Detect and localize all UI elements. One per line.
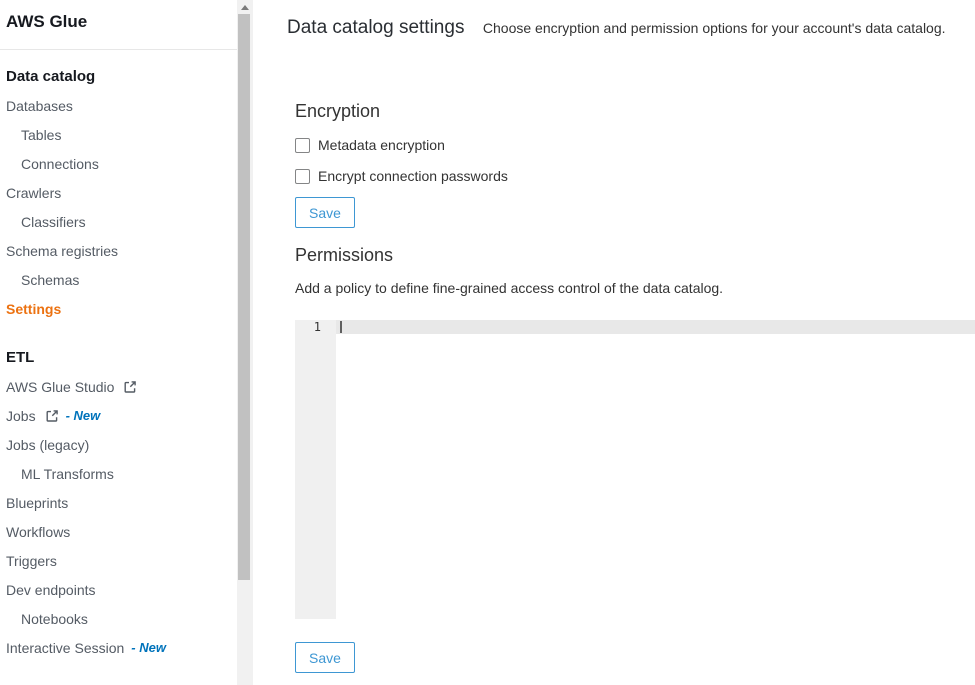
checkbox-label: Encrypt connection passwords <box>318 168 508 184</box>
editor-gutter <box>295 320 336 619</box>
sidebar-item-schemas[interactable]: Schemas <box>0 265 237 294</box>
sidebar-item-label: Connections <box>21 156 99 172</box>
sidebar-item-tables[interactable]: Tables <box>0 120 237 149</box>
nav-list: AWS Glue Studio Jobs <box>0 372 237 662</box>
sidebar-item-triggers[interactable]: Triggers <box>0 546 237 575</box>
sidebar-item-label: Workflows <box>6 524 70 540</box>
nav-heading-etl: ETL <box>0 343 237 372</box>
encryption-save-button[interactable]: Save <box>295 197 355 228</box>
sidebar-item-interactive-session[interactable]: Interactive Session - New <box>0 633 237 662</box>
sidebar-item-label: Notebooks <box>21 611 88 627</box>
policy-editor[interactable]: 1 <box>295 320 975 619</box>
sidebar-item-label: Databases <box>6 98 73 114</box>
sidebar-item-label: Tables <box>21 127 61 143</box>
editor-line-number: 1 <box>295 320 321 334</box>
sidebar-scrollbar-track[interactable] <box>237 0 253 685</box>
nav-section-data-catalog: Data catalog Databases Tables Connection… <box>0 62 237 323</box>
sidebar-item-jobs[interactable]: Jobs - New <box>0 401 237 430</box>
scrollbar-up-button[interactable] <box>237 0 253 14</box>
sidebar-item-label: Classifiers <box>21 214 86 230</box>
sidebar-item-label: Crawlers <box>6 185 61 201</box>
sidebar-item-settings[interactable]: Settings <box>0 294 237 323</box>
permissions-section-title: Permissions <box>295 245 975 266</box>
sidebar-item-label: Settings <box>6 301 61 317</box>
sidebar-item-workflows[interactable]: Workflows <box>0 517 237 546</box>
external-link-icon <box>45 409 59 423</box>
encrypt-passwords-checkbox[interactable] <box>295 169 310 184</box>
page-header: Data catalog settings Choose encryption … <box>253 0 975 40</box>
nav-section-etl: ETL AWS Glue Studio Jobs <box>0 343 237 662</box>
encrypt-passwords-row: Encrypt connection passwords <box>295 168 975 184</box>
settings-content: Encryption Metadata encryption Encrypt c… <box>253 101 975 673</box>
new-badge: - New <box>131 640 166 655</box>
sidebar-item-label: Blueprints <box>6 495 68 511</box>
sidebar: AWS Glue Data catalog Databases Tables C… <box>0 0 237 685</box>
metadata-encryption-checkbox[interactable] <box>295 138 310 153</box>
aws-glue-console: AWS Glue Data catalog Databases Tables C… <box>0 0 975 685</box>
sidebar-item-label: Interactive Session <box>6 640 124 656</box>
page-title: Data catalog settings <box>287 17 464 38</box>
up-arrow-icon <box>241 5 249 10</box>
sidebar-item-label: AWS Glue Studio <box>6 379 114 395</box>
nav-heading-data-catalog: Data catalog <box>0 62 237 91</box>
sidebar-item-schema-registries[interactable]: Schema registries <box>0 236 237 265</box>
nav-list: Databases Tables Connections Crawlers Cl… <box>0 91 237 323</box>
sidebar-item-label: Dev endpoints <box>6 582 96 598</box>
checkbox-label: Metadata encryption <box>318 137 445 153</box>
editor-text <box>340 320 975 334</box>
sidebar-item-label: Jobs (legacy) <box>6 437 89 453</box>
sidebar-item-blueprints[interactable]: Blueprints <box>0 488 237 517</box>
sidebar-item-label: Schema registries <box>6 243 118 259</box>
permissions-description: Add a policy to define fine-grained acce… <box>295 280 975 296</box>
sidebar-item-connections[interactable]: Connections <box>0 149 237 178</box>
sidebar-scrollbar-thumb[interactable] <box>238 14 250 580</box>
new-badge: - New <box>66 408 101 423</box>
sidebar-item-label: ML Transforms <box>21 466 114 482</box>
sidebar-item-dev-endpoints[interactable]: Dev endpoints <box>0 575 237 604</box>
sidebar-item-classifiers[interactable]: Classifiers <box>0 207 237 236</box>
sidebar-item-label: Jobs <box>6 408 36 424</box>
encryption-section-title: Encryption <box>295 101 975 122</box>
external-link-icon <box>123 380 137 394</box>
sidebar-item-label: Schemas <box>21 272 79 288</box>
sidebar-item-jobs-legacy[interactable]: Jobs (legacy) <box>0 430 237 459</box>
page-subtitle: Choose encryption and permission options… <box>483 20 946 36</box>
sidebar-item-databases[interactable]: Databases <box>0 91 237 120</box>
sidebar-item-notebooks[interactable]: Notebooks <box>0 604 237 633</box>
sidebar-item-ml-transforms[interactable]: ML Transforms <box>0 459 237 488</box>
metadata-encryption-row: Metadata encryption <box>295 137 975 153</box>
sidebar-item-crawlers[interactable]: Crawlers <box>0 178 237 207</box>
sidebar-item-aws-glue-studio[interactable]: AWS Glue Studio <box>0 372 237 401</box>
sidebar-nav: Data catalog Databases Tables Connection… <box>0 62 237 662</box>
app-title[interactable]: AWS Glue <box>0 0 237 50</box>
sidebar-item-label: Triggers <box>6 553 57 569</box>
editor-cursor <box>340 321 342 333</box>
main-content: Data catalog settings Choose encryption … <box>253 0 975 685</box>
permissions-save-button[interactable]: Save <box>295 642 355 673</box>
